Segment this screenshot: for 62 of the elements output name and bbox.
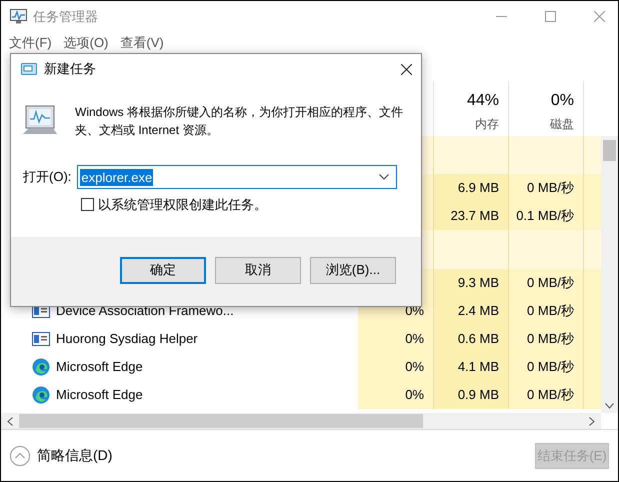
dropdown-icon[interactable] bbox=[379, 174, 390, 180]
window-icon bbox=[32, 332, 50, 346]
table-cell: 0 MB/秒 bbox=[508, 297, 583, 325]
table-cell: 0.9 MB bbox=[433, 381, 508, 409]
edge-icon bbox=[32, 358, 50, 376]
monitor-icon bbox=[10, 9, 27, 24]
table-cell bbox=[583, 230, 601, 269]
table-cell: 0 MB/秒 bbox=[508, 269, 583, 297]
table-cell bbox=[583, 202, 601, 230]
process-name: Microsoft Edge bbox=[56, 358, 143, 376]
window-title: 任务管理器 bbox=[33, 8, 98, 26]
table-cell: 4.1 MB bbox=[433, 353, 508, 381]
command-value: explorer.exe bbox=[80, 168, 154, 186]
table-cell bbox=[583, 136, 601, 174]
table-cell: 0.1 MB/秒 bbox=[508, 202, 583, 230]
scrollbar-thumb[interactable] bbox=[603, 140, 616, 161]
checkbox[interactable] bbox=[81, 198, 94, 212]
menu-item[interactable]: 查看(V) bbox=[120, 32, 164, 52]
dialog-description: Windows 将根据你所键入的名称，为你打开相应的程序、文件夹、文档或 Internet 资源。 bbox=[75, 104, 404, 139]
table-cell: 0% bbox=[358, 381, 433, 409]
scrollbar-thumb[interactable] bbox=[19, 414, 423, 428]
table-cell: 0% bbox=[358, 353, 433, 381]
table-cell: 0.6 MB bbox=[433, 325, 508, 353]
table-cell: 9.3 MB bbox=[433, 269, 508, 297]
maximize-icon[interactable] bbox=[545, 11, 556, 22]
table-cell: 0 MB/秒 bbox=[508, 325, 583, 353]
column-header[interactable]: 磁盘 bbox=[550, 115, 574, 133]
dialog-button[interactable]: 浏览(B)... bbox=[310, 256, 396, 284]
details-link[interactable]: 简略信息(D) bbox=[37, 445, 112, 466]
scroll-right-icon[interactable] bbox=[589, 416, 595, 426]
open-label: 打开(O): bbox=[23, 168, 72, 186]
dialog-title: 新建任务 bbox=[44, 60, 96, 78]
table-cell: 2.4 MB bbox=[433, 297, 508, 325]
table-cell: 0% bbox=[358, 325, 433, 353]
dialog-button[interactable]: 取消 bbox=[215, 256, 301, 284]
table-cell: 0 MB/秒 bbox=[508, 174, 583, 202]
menu-item[interactable]: 文件(F) bbox=[9, 32, 52, 52]
dialog-button[interactable]: 确定 bbox=[120, 256, 206, 284]
collapse-icon[interactable] bbox=[10, 446, 30, 466]
table-cell: 0 MB/秒 bbox=[508, 353, 583, 381]
menu-item[interactable]: 选项(O) bbox=[64, 32, 108, 52]
table-cell: 0 MB/秒 bbox=[508, 381, 583, 409]
run-icon bbox=[21, 63, 37, 75]
column-percent: 0% bbox=[550, 91, 574, 111]
table-cell bbox=[583, 381, 601, 409]
computer-icon bbox=[23, 104, 57, 136]
scroll-left-icon[interactable] bbox=[7, 416, 13, 426]
close-icon[interactable] bbox=[401, 64, 412, 74]
horizontal-scrollbar[interactable] bbox=[1, 413, 601, 429]
column-percent: 44% bbox=[466, 91, 499, 111]
table-cell bbox=[583, 269, 601, 297]
process-name: Huorong Sysdiag Helper bbox=[56, 330, 198, 348]
process-name: Microsoft Edge bbox=[56, 386, 143, 404]
command-combobox[interactable]: explorer.exe bbox=[77, 165, 398, 189]
checkbox-label: 以系统管理权限创建此任务。 bbox=[98, 196, 267, 214]
column-header[interactable]: 内存 bbox=[475, 115, 499, 133]
table-cell: 6.9 MB bbox=[433, 174, 508, 202]
table-cell bbox=[583, 174, 601, 202]
table-cell: 23.7 MB bbox=[433, 202, 508, 230]
vertical-scrollbar[interactable] bbox=[601, 136, 618, 413]
edge-icon bbox=[32, 386, 50, 404]
scroll-down-icon[interactable] bbox=[605, 403, 614, 409]
